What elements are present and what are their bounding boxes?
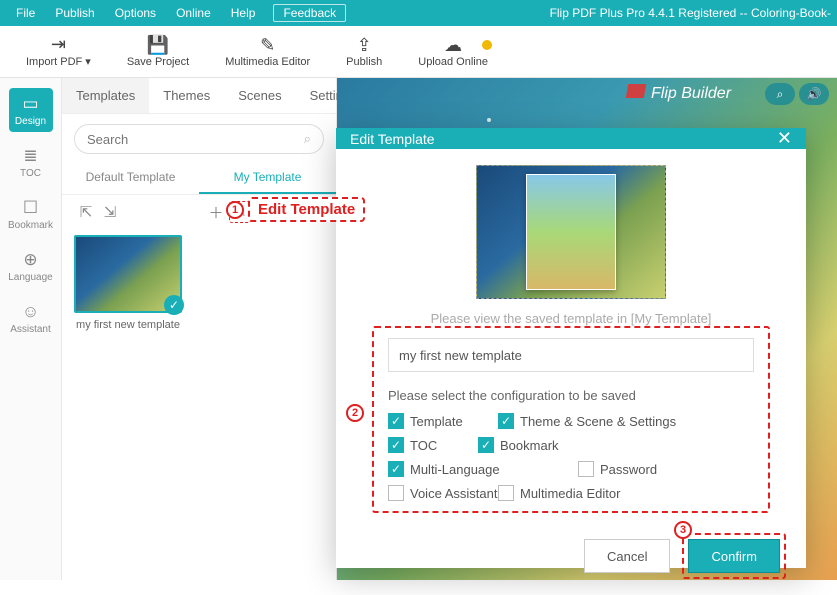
search-control[interactable]: ⌕ xyxy=(765,83,795,105)
nav-language[interactable]: ⊕Language xyxy=(9,244,53,288)
editor-icon: ✎ xyxy=(260,36,275,54)
cloud-upload-icon: ☁ xyxy=(444,36,462,54)
checkbox-icon xyxy=(498,485,514,501)
search-icon: ⌕ xyxy=(304,131,311,147)
menu-file[interactable]: File xyxy=(6,6,45,20)
template-preview-thumbnail xyxy=(476,165,666,299)
chat-icon: ☺ xyxy=(22,302,39,322)
book-cover-image xyxy=(526,174,616,290)
menubar: File Publish Options Online Help Feedbac… xyxy=(0,0,837,26)
export-template-icon[interactable]: ⇲ xyxy=(99,201,121,223)
publish-icon: ⇪ xyxy=(357,36,372,54)
menu-online[interactable]: Online xyxy=(166,6,221,20)
template-name: my first new template xyxy=(74,319,182,331)
menu-publish[interactable]: Publish xyxy=(45,6,104,20)
checkbox-multi-language[interactable]: ✓ Multi-Language xyxy=(388,461,578,477)
move-up-icon[interactable]: ↑ xyxy=(253,201,275,223)
dialog-footer: 3 Cancel Confirm xyxy=(336,523,806,595)
checkbox-multimedia-editor[interactable]: Multimedia Editor xyxy=(498,485,688,501)
checkbox-theme-scene-settings[interactable]: ✓ Theme & Scene & Settings xyxy=(498,413,688,429)
nav-design[interactable]: ▭Design xyxy=(9,88,53,132)
search-input[interactable] xyxy=(87,132,304,147)
checkbox-icon xyxy=(578,461,594,477)
checkbox-label: Password xyxy=(600,462,657,477)
checkbox-label: Multimedia Editor xyxy=(520,486,620,501)
book-icon xyxy=(626,84,646,98)
annotation-3: 3 xyxy=(674,521,692,539)
save-project-button[interactable]: 💾Save Project xyxy=(109,36,207,68)
delete-template-icon[interactable]: 🗑 xyxy=(301,201,323,223)
help-text: Please view the saved template in [My Te… xyxy=(372,311,770,326)
checkbox-label: Multi-Language xyxy=(410,462,500,477)
publish-button[interactable]: ⇪Publish xyxy=(328,36,400,68)
left-nav: ▭Design ≣TOC ☐Bookmark ⊕Language ☺Assist… xyxy=(0,78,62,580)
annotation-3-zone: Confirm xyxy=(682,533,786,579)
checkbox-voice-assistant[interactable]: Voice Assistant xyxy=(388,485,498,501)
globe-icon: ⊕ xyxy=(23,250,37,270)
edit-template-icon[interactable]: ✎ xyxy=(229,201,251,223)
template-item[interactable]: ✓ my first new template xyxy=(74,235,182,331)
screen-icon: ▭ xyxy=(22,94,38,114)
confirm-button[interactable]: Confirm xyxy=(688,539,780,573)
check-icon: ✓ xyxy=(164,295,184,315)
checkbox-label: Theme & Scene & Settings xyxy=(520,414,676,429)
checkbox-label: Template xyxy=(410,414,463,429)
tab-templates[interactable]: Templates xyxy=(62,78,149,113)
checkbox-label: TOC xyxy=(410,438,437,453)
add-template-icon[interactable]: ＋ xyxy=(205,201,227,223)
checkbox-icon: ✓ xyxy=(388,437,404,453)
template-subtabs: Default Template My Template xyxy=(62,162,336,195)
import-pdf-button[interactable]: ⇥Import PDF ▾ xyxy=(8,35,109,68)
config-checkboxes: ✓ Template ✓ Theme & Scene & Settings ✓ TOC ✓ B… xyxy=(388,413,754,501)
feedback-button[interactable]: Feedback xyxy=(273,4,346,22)
menu-options[interactable]: Options xyxy=(105,6,166,20)
tabs: Templates Themes Scenes Settings xyxy=(62,78,336,114)
annotation-2: 2 xyxy=(346,404,364,422)
checkbox-icon: ✓ xyxy=(478,437,494,453)
checkbox-toc[interactable]: ✓ TOC xyxy=(388,437,478,453)
import-icon: ⇥ xyxy=(51,35,66,53)
close-icon[interactable]: ✕ xyxy=(777,128,792,149)
dialog-header: Edit Template ✕ xyxy=(336,128,806,149)
checkbox-icon: ✓ xyxy=(388,413,404,429)
checkbox-icon: ✓ xyxy=(388,461,404,477)
toc-icon: ≣ xyxy=(23,146,37,166)
bookmark-icon: ☐ xyxy=(23,198,38,218)
search-box[interactable]: ⌕ xyxy=(74,124,324,154)
dialog-title: Edit Template xyxy=(350,131,435,147)
template-name-input[interactable] xyxy=(388,338,754,372)
nav-bookmark[interactable]: ☐Bookmark xyxy=(9,192,53,236)
preview-brand: Flip Builder xyxy=(627,84,731,103)
checkbox-bookmark[interactable]: ✓ Bookmark xyxy=(478,437,588,453)
subtab-my-template[interactable]: My Template xyxy=(199,162,336,194)
window-title: Flip PDF Plus Pro 4.4.1 Registered -- Co… xyxy=(550,6,831,20)
move-down-icon[interactable]: ↓ xyxy=(277,201,299,223)
cancel-button[interactable]: Cancel xyxy=(584,539,670,573)
save-icon: 💾 xyxy=(147,36,169,54)
import-template-icon[interactable]: ⇱ xyxy=(75,201,97,223)
template-toolbar: ⇱ ⇲ ＋ ✎ ↑ ↓ 🗑 xyxy=(62,195,336,229)
subtab-default-template[interactable]: Default Template xyxy=(62,162,199,194)
upload-online-button[interactable]: ☁Upload Online xyxy=(400,36,506,68)
nav-assistant[interactable]: ☺Assistant xyxy=(9,296,53,340)
side-panel: Templates Themes Scenes Settings ⌕ Defau… xyxy=(62,78,337,580)
multimedia-editor-button[interactable]: ✎Multimedia Editor xyxy=(207,36,328,68)
menu-help[interactable]: Help xyxy=(221,6,266,20)
annotation-2-zone: 2 Please select the configuration to be … xyxy=(372,326,770,513)
edit-template-dialog: Edit Template ✕ Please view the saved te… xyxy=(336,128,806,568)
toolbar: ⇥Import PDF ▾ 💾Save Project ✎Multimedia … xyxy=(0,26,837,78)
checkbox-password[interactable]: Password xyxy=(578,461,668,477)
checkbox-icon: ✓ xyxy=(498,413,514,429)
notification-badge-icon xyxy=(482,40,492,50)
checkbox-template[interactable]: ✓ Template xyxy=(388,413,498,429)
template-thumbnail: ✓ xyxy=(74,235,182,313)
checkbox-label: Bookmark xyxy=(500,438,559,453)
sound-control[interactable]: 🔊 xyxy=(799,83,829,105)
tab-scenes[interactable]: Scenes xyxy=(224,78,295,113)
tab-themes[interactable]: Themes xyxy=(149,78,224,113)
checkbox-icon xyxy=(388,485,404,501)
nav-toc[interactable]: ≣TOC xyxy=(9,140,53,184)
config-label: Please select the configuration to be sa… xyxy=(388,388,754,403)
checkbox-label: Voice Assistant xyxy=(410,486,497,501)
